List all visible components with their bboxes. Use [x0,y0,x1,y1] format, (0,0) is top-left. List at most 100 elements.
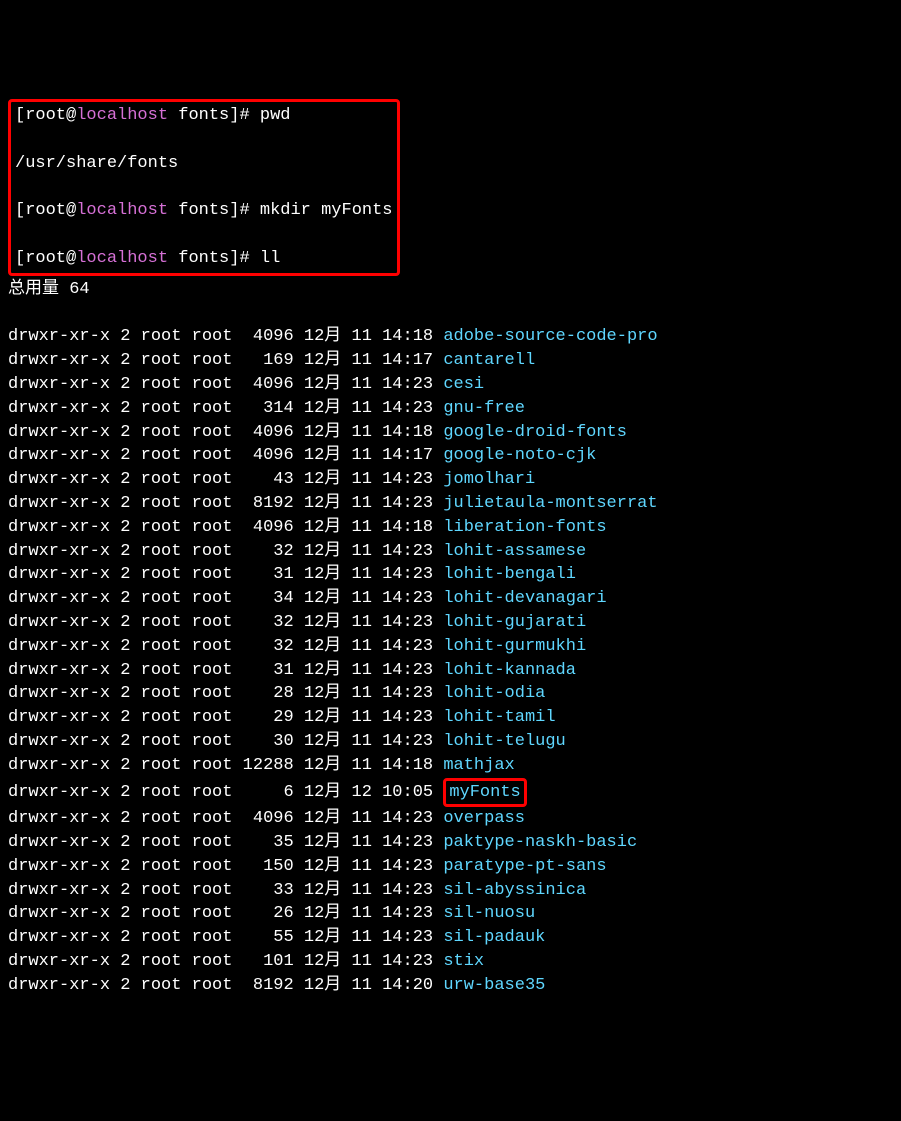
file-owner: root [141,494,182,513]
file-month: 12月 [304,708,341,727]
file-owner: root [141,857,182,876]
file-links: 2 [120,904,130,923]
file-size: 4096 [243,327,294,346]
list-row: drwxr-xr-x 2 root root 55 12月 11 14:23 s… [8,926,893,950]
file-day: 11 [352,904,372,923]
file-time: 14:18 [382,423,433,442]
file-name: lohit-tamil [443,708,555,727]
file-owner: root [141,952,182,971]
file-links: 2 [120,952,130,971]
file-links: 2 [120,976,130,995]
file-month: 12月 [304,565,341,584]
file-perms: drwxr-xr-x [8,494,110,513]
file-name: stix [443,952,484,971]
file-name: paratype-pt-sans [443,857,606,876]
file-time: 14:23 [382,399,433,418]
file-day: 11 [352,732,372,751]
list-row: drwxr-xr-x 2 root root 30 12月 11 14:23 l… [8,730,893,754]
file-month: 12月 [304,732,341,751]
file-owner: root [141,661,182,680]
file-day: 11 [352,446,372,465]
file-month: 12月 [304,470,341,489]
file-size: 4096 [243,446,294,465]
file-name: lohit-kannada [443,661,576,680]
file-links: 2 [120,399,130,418]
list-row: drwxr-xr-x 2 root root 4096 12月 11 14:23… [8,807,893,831]
list-row: drwxr-xr-x 2 root root 4096 12月 11 14:17… [8,444,893,468]
file-perms: drwxr-xr-x [8,375,110,394]
file-month: 12月 [304,661,341,680]
file-group: root [192,756,233,775]
file-owner: root [141,881,182,900]
file-time: 14:23 [382,952,433,971]
file-time: 14:23 [382,684,433,703]
file-links: 2 [120,708,130,727]
file-size: 55 [243,928,294,947]
file-day: 11 [352,542,372,561]
file-perms: drwxr-xr-x [8,351,110,370]
file-month: 12月 [304,327,341,346]
list-row: drwxr-xr-x 2 root root 29 12月 11 14:23 l… [8,706,893,730]
list-row: drwxr-xr-x 2 root root 8192 12月 11 14:20… [8,974,893,998]
file-perms: drwxr-xr-x [8,661,110,680]
file-group: root [192,613,233,632]
file-perms: drwxr-xr-x [8,833,110,852]
file-owner: root [141,613,182,632]
file-time: 14:23 [382,708,433,727]
prompt-line-pwd[interactable]: [root@localhost fonts]# pwd [15,104,393,128]
file-owner: root [141,589,182,608]
file-size: 4096 [243,809,294,828]
file-links: 2 [120,375,130,394]
file-group: root [192,423,233,442]
file-group: root [192,518,233,537]
file-owner: root [141,756,182,775]
file-links: 2 [120,809,130,828]
list-row: drwxr-xr-x 2 root root 31 12月 11 14:23 l… [8,659,893,683]
file-links: 2 [120,928,130,947]
file-links: 2 [120,327,130,346]
prompt-line-mkdir[interactable]: [root@localhost fonts]# mkdir myFonts [15,199,393,223]
pwd-output: /usr/share/fonts [15,152,393,176]
file-day: 11 [352,565,372,584]
file-links: 2 [120,565,130,584]
file-size: 30 [243,732,294,751]
file-time: 14:17 [382,351,433,370]
file-owner: root [141,732,182,751]
file-owner: root [141,542,182,561]
prompt-user: root [25,106,66,125]
file-size: 12288 [243,756,294,775]
file-time: 14:23 [382,494,433,513]
myfonts-highlight-box: myFonts [443,778,526,808]
file-name: google-noto-cjk [443,446,596,465]
file-day: 11 [352,928,372,947]
file-month: 12月 [304,542,341,561]
file-name: urw-base35 [443,976,545,995]
file-month: 12月 [304,589,341,608]
file-size: 31 [243,661,294,680]
file-month: 12月 [304,613,341,632]
file-group: root [192,928,233,947]
file-time: 14:18 [382,756,433,775]
file-month: 12月 [304,637,341,656]
prompt-line-ll[interactable]: [root@localhost fonts]# ll [15,247,393,271]
file-group: root [192,732,233,751]
list-row: drwxr-xr-x 2 root root 32 12月 11 14:23 l… [8,611,893,635]
file-perms: drwxr-xr-x [8,684,110,703]
file-day: 11 [352,327,372,346]
file-month: 12月 [304,976,341,995]
file-perms: drwxr-xr-x [8,881,110,900]
file-group: root [192,952,233,971]
file-name: gnu-free [443,399,525,418]
file-size: 150 [243,857,294,876]
listing-container: drwxr-xr-x 2 root root 4096 12月 11 14:18… [8,325,893,997]
file-perms: drwxr-xr-x [8,518,110,537]
file-day: 11 [352,708,372,727]
command-mkdir: mkdir myFonts [260,201,393,220]
list-row: drwxr-xr-x 2 root root 150 12月 11 14:23 … [8,855,893,879]
file-group: root [192,351,233,370]
file-name: sil-padauk [443,928,545,947]
file-group: root [192,661,233,680]
file-time: 14:23 [382,470,433,489]
file-time: 14:23 [382,732,433,751]
file-name: liberation-fonts [443,518,606,537]
